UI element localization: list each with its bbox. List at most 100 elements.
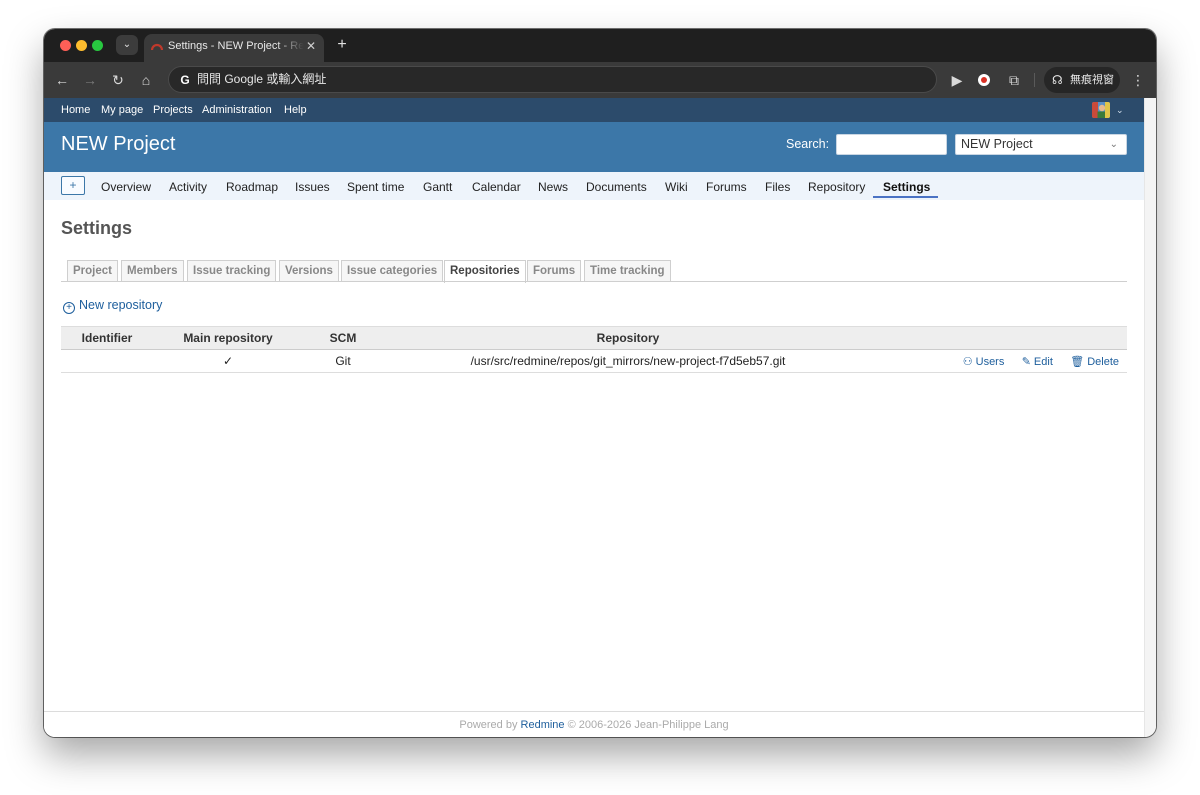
repositories-table: Identifier Main repository SCM Repositor… xyxy=(61,326,1127,373)
col-scm[interactable]: SCM xyxy=(303,326,383,350)
tab-files[interactable]: Files xyxy=(765,172,790,202)
close-window-button[interactable] xyxy=(60,40,71,51)
toolbar-divider xyxy=(1034,73,1035,87)
cell-repository-path: /usr/src/redmine/repos/git_mirrors/new-p… xyxy=(383,349,873,373)
page-title: Settings xyxy=(61,218,133,238)
forward-icon[interactable]: → xyxy=(80,70,100,90)
selected-tab-indicator xyxy=(873,196,938,198)
home-icon[interactable]: ⌂ xyxy=(136,70,156,90)
browser-tab[interactable]: Settings - NEW Project - Redmine ✕ xyxy=(144,34,324,62)
edit-label: Edit xyxy=(1033,356,1053,368)
address-bar[interactable]: G 問問 Google 或輸入網址 xyxy=(168,66,937,93)
top-menu-projects[interactable]: Projects xyxy=(153,98,193,122)
new-repository-link[interactable]: + New repository xyxy=(63,297,162,314)
tab-gantt[interactable]: Gantt xyxy=(423,172,452,202)
tab-spent-time[interactable]: Spent time xyxy=(347,172,404,202)
project-title: NEW Project xyxy=(61,133,176,155)
address-bar-placeholder: 問問 Google 或輸入網址 xyxy=(197,72,327,86)
tab-news[interactable]: News xyxy=(538,172,568,202)
footer-prefix: Powered by xyxy=(459,719,518,731)
tab-wiki[interactable]: Wiki xyxy=(665,172,688,202)
top-menu: Home My page Projects Administration Hel… xyxy=(44,98,1144,122)
col-main-repository[interactable]: Main repository xyxy=(153,326,303,350)
browser-toolbar: ← → ↻ ⌂ G 問問 Google 或輸入網址 ▶ ⧉ ☊ 無痕視窗 ⋮ xyxy=(44,62,1156,98)
delete-button[interactable]: 🗑 Delete xyxy=(1070,356,1119,368)
extensions-icon[interactable]: ⧉ xyxy=(1004,70,1024,90)
tab-search-button[interactable]: ⌄ xyxy=(116,35,138,55)
redmine-link[interactable]: Redmine xyxy=(521,719,565,731)
user-icon: ⚇ xyxy=(962,356,973,368)
search-label: Search: xyxy=(786,137,830,151)
chevron-down-icon[interactable]: ⌄ xyxy=(1116,98,1124,122)
tab-forums[interactable]: Forums xyxy=(706,172,747,202)
top-menu-home[interactable]: Home xyxy=(61,98,90,122)
page-scrollbar[interactable] xyxy=(1144,98,1156,737)
user-avatar[interactable] xyxy=(1092,102,1110,118)
tab-overview[interactable]: Overview xyxy=(101,172,151,202)
tab-documents[interactable]: Documents xyxy=(586,172,647,202)
settings-tab-time-tracking[interactable]: Time tracking xyxy=(584,260,671,282)
close-tab-icon[interactable]: ✕ xyxy=(306,34,316,58)
redmine-page: Home My page Projects Administration Hel… xyxy=(44,98,1144,737)
settings-tab-repositories[interactable]: Repositories xyxy=(444,260,526,283)
settings-tab-forums[interactable]: Forums xyxy=(527,260,582,282)
top-menu-administration[interactable]: Administration xyxy=(202,98,272,122)
users-button[interactable]: ⚇ Users xyxy=(963,356,1005,368)
cell-identifier xyxy=(61,349,153,373)
users-label: Users xyxy=(975,356,1005,368)
redmine-favicon-icon xyxy=(151,43,163,51)
record-icon[interactable] xyxy=(974,70,994,90)
page-footer: Powered by Redmine © 2006-2026 Jean-Phil… xyxy=(44,711,1144,737)
main-content: Settings Project Members Issue tracking … xyxy=(44,200,1144,710)
chevron-down-icon: ⌄ xyxy=(1109,139,1118,150)
main-menu: + Overview Activity Roadmap Issues Spent… xyxy=(44,172,1144,200)
incognito-badge[interactable]: ☊ 無痕視窗 xyxy=(1044,67,1120,93)
new-repository-label: New repository xyxy=(79,298,163,312)
reload-icon[interactable]: ↻ xyxy=(108,70,128,90)
project-header: NEW Project Search: NEW Project ⌄ xyxy=(44,122,1144,172)
back-icon[interactable]: ← xyxy=(52,70,72,90)
incognito-label: 無痕視窗 xyxy=(1070,74,1114,86)
new-object-button[interactable]: + xyxy=(61,176,85,195)
settings-tab-issue-categories[interactable]: Issue categories xyxy=(341,260,444,282)
zoom-window-button[interactable] xyxy=(92,40,103,51)
trash-icon: 🗑 xyxy=(1070,356,1085,368)
top-menu-my-page[interactable]: My page xyxy=(101,98,143,122)
col-identifier[interactable]: Identifier xyxy=(61,326,153,350)
cell-scm: Git xyxy=(303,349,383,373)
project-jump-value: NEW Project xyxy=(961,137,1033,151)
col-actions xyxy=(873,326,1127,350)
settings-tab-versions[interactable]: Versions xyxy=(279,260,339,282)
settings-tab-issue-tracking[interactable]: Issue tracking xyxy=(187,260,277,282)
media-control-icon[interactable]: ▶ xyxy=(947,70,967,90)
browser-menu-icon[interactable]: ⋮ xyxy=(1128,70,1148,90)
table-row: ✓ Git /usr/src/redmine/repos/git_mirrors… xyxy=(61,349,1127,373)
tab-repository[interactable]: Repository xyxy=(808,172,865,202)
tab-issues[interactable]: Issues xyxy=(295,172,330,202)
settings-tab-project[interactable]: Project xyxy=(67,260,118,282)
chevron-down-icon: ⌄ xyxy=(122,39,132,50)
project-jump-select[interactable]: NEW Project ⌄ xyxy=(955,134,1127,155)
incognito-icon: ☊ xyxy=(1052,73,1063,87)
main-repository-check-icon: ✓ xyxy=(153,349,303,373)
delete-label: Delete xyxy=(1087,356,1119,368)
search-input[interactable] xyxy=(836,134,947,155)
tab-activity[interactable]: Activity xyxy=(169,172,207,202)
tab-calendar[interactable]: Calendar xyxy=(472,172,521,202)
tab-strip: ⌄ Settings - NEW Project - Redmine ✕ + xyxy=(44,29,1156,62)
edit-button[interactable]: ✎ Edit xyxy=(1022,356,1053,368)
browser-window: ⌄ Settings - NEW Project - Redmine ✕ + ←… xyxy=(44,29,1156,737)
table-header-row: Identifier Main repository SCM Repositor… xyxy=(61,326,1127,350)
footer-suffix: © 2006-2026 Jean-Philippe Lang xyxy=(567,719,729,731)
col-repository[interactable]: Repository xyxy=(383,326,873,350)
new-tab-button[interactable]: + xyxy=(332,35,352,55)
minimize-window-button[interactable] xyxy=(76,40,87,51)
cell-actions: ⚇ Users ✎ Edit 🗑 Delete xyxy=(873,349,1127,373)
pencil-icon: ✎ xyxy=(1021,356,1031,368)
tab-title: Settings - NEW Project - Redmine xyxy=(168,40,304,52)
add-circle-icon: + xyxy=(63,302,75,314)
tab-roadmap[interactable]: Roadmap xyxy=(226,172,278,202)
google-icon: G xyxy=(180,73,190,87)
settings-tab-members[interactable]: Members xyxy=(121,260,184,282)
top-menu-help[interactable]: Help xyxy=(284,98,307,122)
